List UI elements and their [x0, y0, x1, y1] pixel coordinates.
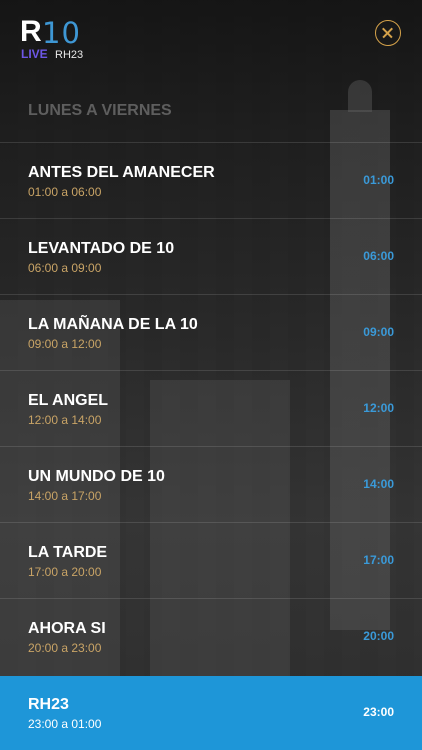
program-list: ANTES DEL AMANECER 01:00 a 06:00 01:00 L…: [0, 142, 422, 674]
program-row[interactable]: LA TARDE 17:00 a 20:00 17:00: [0, 522, 422, 598]
logo-letter: R: [20, 15, 42, 48]
program-time-range: 20:00 a 23:00: [28, 641, 102, 655]
logo-number: 10: [42, 16, 81, 50]
logo-show-label: RH23: [55, 49, 84, 61]
program-start-time: 17:00: [363, 553, 394, 567]
program-row[interactable]: UN MUNDO DE 10 14:00 a 17:00 14:00: [0, 446, 422, 522]
program-row[interactable]: LEVANTADO DE 10 06:00 a 09:00 06:00: [0, 218, 422, 294]
program-name: AHORA SI: [28, 620, 106, 637]
program-time-range: 01:00 a 06:00: [28, 185, 102, 199]
program-time-range: 23:00 a 01:00: [28, 717, 102, 731]
program-name: EL ANGEL: [28, 392, 109, 409]
program-start-time: 12:00: [363, 401, 394, 415]
program-name: LA TARDE: [28, 544, 108, 561]
program-start-time: 14:00: [363, 477, 394, 491]
program-start-time: 23:00: [363, 705, 394, 719]
r10-logo: R 10 LIVE RH23: [20, 17, 90, 63]
program-time-range: 12:00 a 14:00: [28, 413, 102, 427]
program-name: LA MAÑANA DE LA 10: [28, 316, 198, 333]
program-name: ANTES DEL AMANECER: [28, 164, 215, 181]
program-row[interactable]: LA MAÑANA DE LA 10 09:00 a 12:00 09:00: [0, 294, 422, 370]
program-row-active[interactable]: RH23 23:00 a 01:00 23:00: [0, 676, 422, 750]
program-row[interactable]: AHORA SI 20:00 a 23:00 20:00: [0, 598, 422, 674]
program-time-range: 17:00 a 20:00: [28, 565, 102, 579]
program-start-time: 20:00: [363, 629, 394, 643]
program-row[interactable]: ANTES DEL AMANECER 01:00 a 06:00 01:00: [0, 142, 422, 218]
close-icon[interactable]: [375, 20, 401, 46]
logo-live-label: LIVE: [21, 47, 48, 61]
section-title: LUNES A VIERNES: [28, 102, 172, 119]
program-start-time: 01:00: [363, 173, 394, 187]
program-time-range: 09:00 a 12:00: [28, 337, 102, 351]
program-name: LEVANTADO DE 10: [28, 240, 175, 257]
program-name: RH23: [28, 696, 69, 713]
program-name: UN MUNDO DE 10: [28, 468, 165, 485]
app-header: R 10 LIVE RH23: [0, 0, 422, 70]
program-start-time: 09:00: [363, 325, 394, 339]
program-time-range: 06:00 a 09:00: [28, 261, 102, 275]
program-row[interactable]: EL ANGEL 12:00 a 14:00 12:00: [0, 370, 422, 446]
program-start-time: 06:00: [363, 249, 394, 263]
program-time-range: 14:00 a 17:00: [28, 489, 102, 503]
